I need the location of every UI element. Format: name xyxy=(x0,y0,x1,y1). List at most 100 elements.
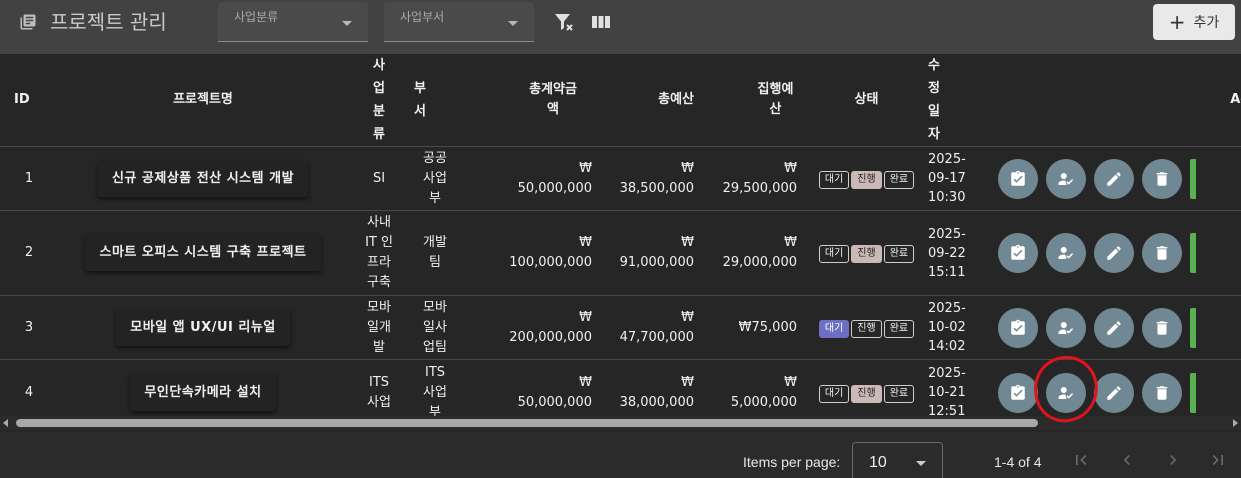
last-page-icon[interactable] xyxy=(1208,450,1228,470)
status-chip[interactable]: 대기 xyxy=(818,170,850,189)
status-chip[interactable]: 완료 xyxy=(883,319,915,338)
business-type-select[interactable]: 사업분류 xyxy=(218,2,368,42)
status-chip[interactable]: 대기 xyxy=(818,245,850,263)
horizontal-scrollbar[interactable] xyxy=(0,416,1241,430)
cell-name: 모바일 앱 UX/UI 리뉴얼 xyxy=(58,295,348,360)
status-chip[interactable]: 진행 xyxy=(851,319,882,338)
cell-type: SI xyxy=(348,146,410,211)
assignment-button[interactable] xyxy=(998,233,1038,273)
delete-button[interactable] xyxy=(1142,307,1182,348)
first-page-icon[interactable] xyxy=(1071,450,1091,470)
cell-actions xyxy=(995,146,1241,211)
cell-id: 2 xyxy=(0,210,58,296)
status-chip[interactable]: 대기 xyxy=(818,319,850,338)
cell-name: 스마트 오피스 시스템 구축 프로젝트 xyxy=(58,210,348,296)
cell-status: 대기 진행 완료 xyxy=(807,295,926,360)
cell-type: 사내 IT 인 프라 구축 xyxy=(348,210,410,296)
items-per-page-select[interactable]: 10 xyxy=(852,442,943,478)
header-budget[interactable]: 총예산 xyxy=(602,54,704,147)
plus-icon: + xyxy=(1168,10,1186,34)
edit-button[interactable] xyxy=(1094,233,1134,273)
cell-actions xyxy=(995,295,1241,360)
extra-action-button[interactable] xyxy=(1190,307,1196,348)
assign-person-button[interactable] xyxy=(1046,158,1086,199)
paginator: Items per page: 10 1-4 of 4 xyxy=(0,432,1241,478)
cell-date: 2025- 10-02 14:02 xyxy=(926,295,995,360)
project-name-button[interactable]: 모바일 앱 UX/UI 리뉴얼 xyxy=(116,309,290,346)
cell-contract: ₩ 100,000,000 xyxy=(460,210,602,296)
table-row[interactable]: 1 신규 공제상품 전산 시스템 개발 SI 공공 사업 부 ₩ 50,000,000 ₩… xyxy=(0,146,1241,211)
extra-action-button[interactable] xyxy=(1190,233,1196,273)
chevron-down-icon xyxy=(508,21,518,26)
cell-id: 1 xyxy=(0,146,58,211)
department-label: 사업부서 xyxy=(400,10,445,24)
items-per-page-label: Items per page: xyxy=(743,454,841,470)
extra-action-button[interactable] xyxy=(1190,372,1196,413)
assign-person-button[interactable] xyxy=(1046,372,1086,413)
header-date[interactable]: 수 정 일 자 xyxy=(926,54,995,147)
status-chip[interactable]: 완료 xyxy=(883,170,915,189)
cell-contract: ₩ 200,000,000 xyxy=(460,295,602,360)
department-select[interactable]: 사업부서 xyxy=(384,2,534,42)
project-table-container: ID 프로젝트명 사 업 분 류 부 서 총계약금 액 총예산 집행예 산 상태… xyxy=(0,54,1241,432)
next-page-icon[interactable] xyxy=(1163,450,1183,470)
edit-button[interactable] xyxy=(1094,307,1134,348)
header-actions: Ac xyxy=(995,54,1241,147)
project-name-button[interactable]: 스마트 오피스 시스템 구축 프로젝트 xyxy=(85,235,321,271)
status-chip[interactable]: 진행 xyxy=(851,245,882,263)
project-name-button[interactable]: 무인단속카메라 설치 xyxy=(130,374,276,411)
status-chip[interactable]: 대기 xyxy=(818,384,850,403)
extra-action-button[interactable] xyxy=(1190,158,1196,199)
header-exec[interactable]: 집행예 산 xyxy=(704,54,807,147)
top-toolbar: 프로젝트 관리 사업분류 사업부서 + 추가 xyxy=(0,0,1241,54)
cell-budget: ₩ 91,000,000 xyxy=(602,210,704,296)
cell-dept: 공공 사업 부 xyxy=(410,146,460,211)
delete-button[interactable] xyxy=(1142,372,1182,413)
delete-button[interactable] xyxy=(1142,158,1182,199)
add-button[interactable]: + 추가 xyxy=(1153,4,1235,40)
scroll-left-icon[interactable] xyxy=(3,419,8,427)
scrollbar-thumb[interactable] xyxy=(16,419,1038,427)
assign-person-button[interactable] xyxy=(1046,233,1086,273)
cell-date: 2025- 09-22 15:11 xyxy=(926,210,995,296)
filter-clear-icon[interactable] xyxy=(552,10,576,34)
cell-id: 3 xyxy=(0,295,58,360)
table-row[interactable]: 3 모바일 앱 UX/UI 리뉴얼 모바 일개 발 모바 일사 업팀 ₩ 200,000… xyxy=(0,295,1241,360)
header-name[interactable]: 프로젝트명 xyxy=(58,54,348,147)
chevron-down-icon xyxy=(916,461,926,466)
cell-budget: ₩ 47,700,000 xyxy=(602,295,704,360)
status-chip[interactable]: 진행 xyxy=(851,384,882,403)
cell-actions xyxy=(995,210,1241,296)
header-dept[interactable]: 부 서 xyxy=(410,54,460,147)
view-column-icon[interactable] xyxy=(589,10,613,34)
previous-page-icon[interactable] xyxy=(1117,450,1137,470)
cell-status: 대기 진행 완료 xyxy=(807,210,926,296)
assignment-button[interactable] xyxy=(998,158,1038,199)
cell-name: 신규 공제상품 전산 시스템 개발 xyxy=(58,146,348,211)
delete-button[interactable] xyxy=(1142,233,1182,273)
cell-date: 2025- 09-17 10:30 xyxy=(926,146,995,211)
assignment-button[interactable] xyxy=(998,307,1038,348)
status-chip[interactable]: 완료 xyxy=(883,384,915,403)
status-chip[interactable]: 완료 xyxy=(883,245,915,263)
header-status[interactable]: 상태 xyxy=(807,54,926,147)
project-name-button[interactable]: 신규 공제상품 전산 시스템 개발 xyxy=(97,160,309,197)
cell-status: 대기 진행 완료 xyxy=(807,146,926,211)
status-chip[interactable]: 진행 xyxy=(851,170,882,189)
project-table: ID 프로젝트명 사 업 분 류 부 서 총계약금 액 총예산 집행예 산 상태… xyxy=(0,54,1241,426)
edit-button[interactable] xyxy=(1094,372,1134,413)
header-contract[interactable]: 총계약금 액 xyxy=(460,54,602,147)
header-type[interactable]: 사 업 분 류 xyxy=(348,54,410,147)
table-header-row: ID 프로젝트명 사 업 분 류 부 서 총계약금 액 총예산 집행예 산 상태… xyxy=(0,54,1241,147)
edit-button[interactable] xyxy=(1094,158,1134,199)
header-id[interactable]: ID xyxy=(0,54,58,147)
page-title: 프로젝트 관리 xyxy=(50,10,167,34)
assign-person-button[interactable] xyxy=(1046,307,1086,348)
library-books-icon xyxy=(20,14,36,30)
table-row[interactable]: 2 스마트 오피스 시스템 구축 프로젝트 사내 IT 인 프라 구축 개발 팀 ₩ 1… xyxy=(0,210,1241,296)
cell-exec: ₩ 29,000,000 xyxy=(704,210,807,296)
chevron-down-icon xyxy=(342,21,352,26)
cell-budget: ₩ 38,500,000 xyxy=(602,146,704,211)
scroll-right-icon[interactable] xyxy=(1233,419,1238,427)
assignment-button[interactable] xyxy=(998,372,1038,413)
